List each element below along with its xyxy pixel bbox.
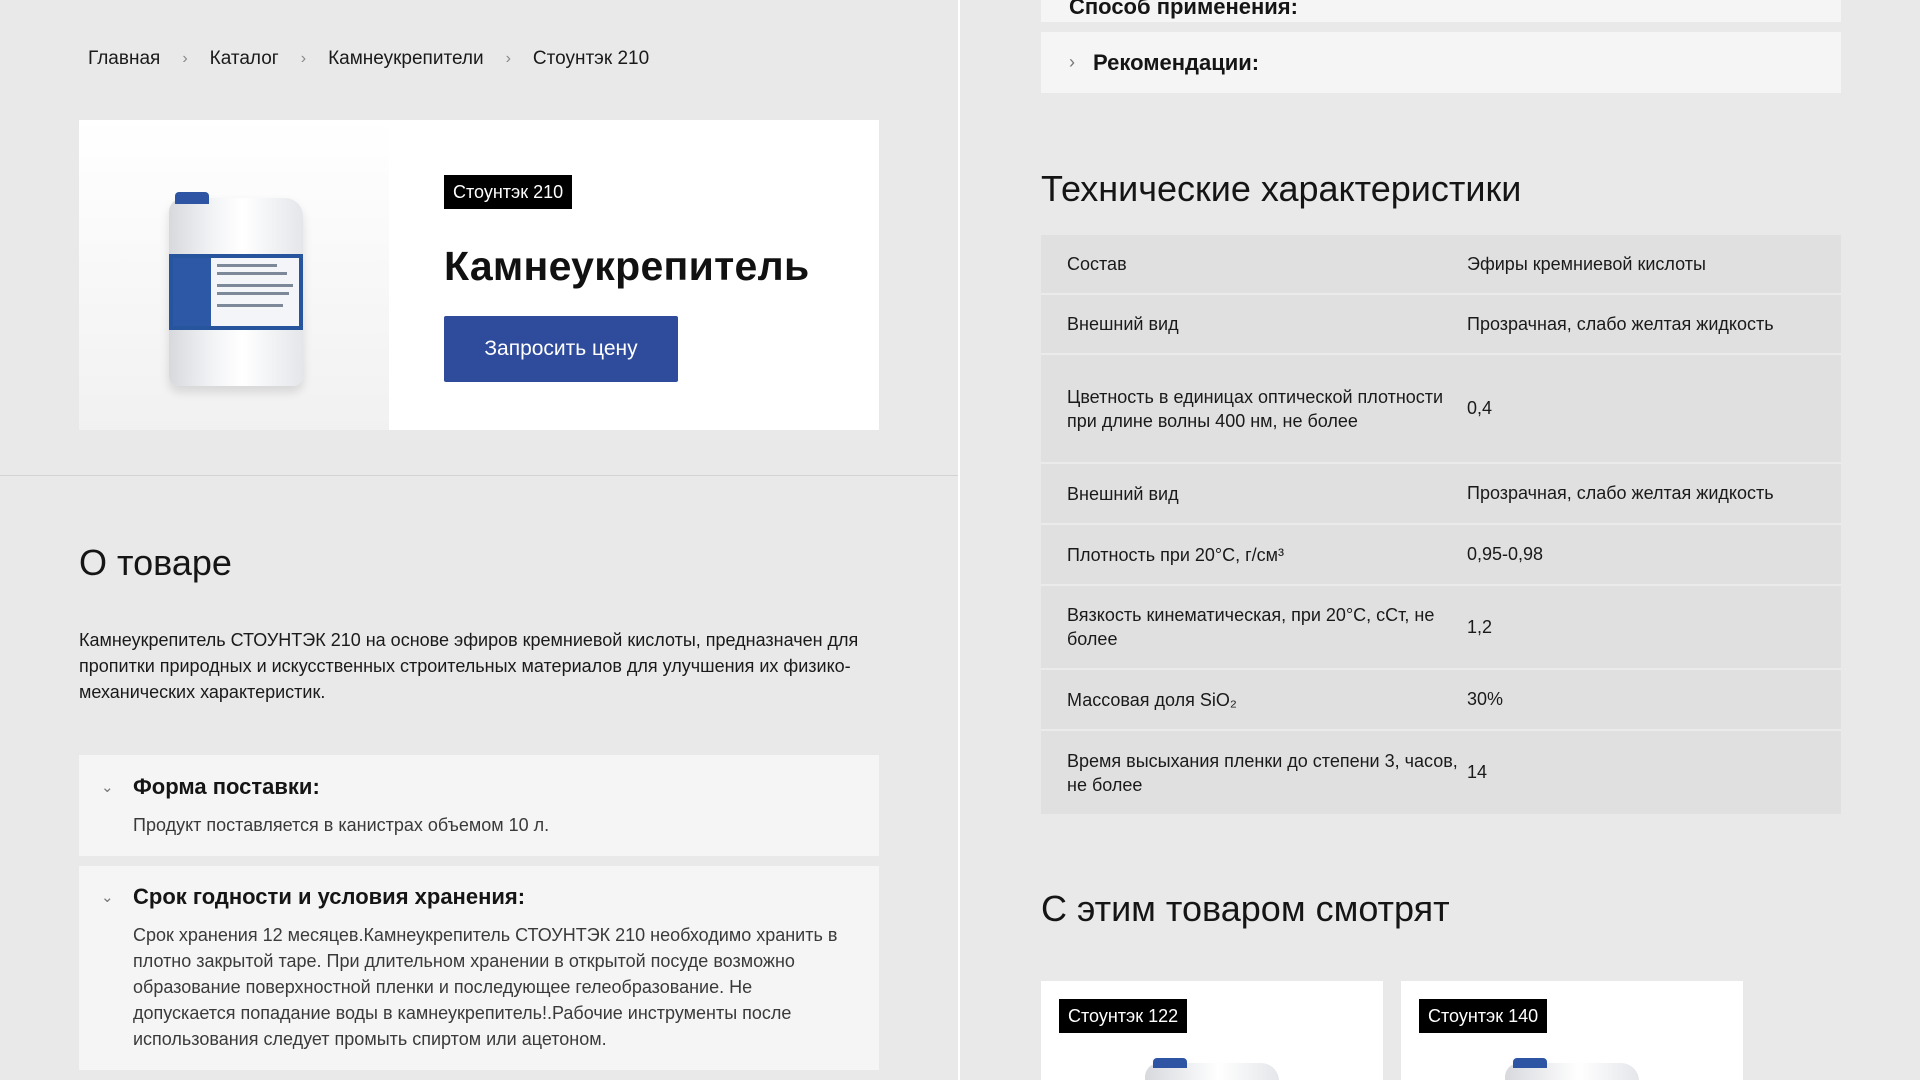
divider <box>0 475 958 476</box>
label-line <box>217 292 289 295</box>
spec-value: Эфиры кремниевой кислоты <box>1467 253 1706 274</box>
table-row: Цветность в единицах оптической плотност… <box>1041 355 1841 464</box>
tech-specs-table: Состав Эфиры кремниевой кислоты Внешний … <box>1041 235 1841 814</box>
table-row: Плотность при 20°С, г/см³ 0,95-0,98 <box>1041 525 1841 586</box>
product-title: Камнеукрепитель <box>444 243 810 289</box>
product-badge: Стоунтэк 210 <box>444 175 573 209</box>
left-column: Главная › Каталог › Камнеукрепители › Ст… <box>0 0 958 1080</box>
spec-value: 0,4 <box>1467 398 1493 418</box>
label-line <box>217 264 277 267</box>
about-text: Камнеукрепитель СТОУНТЭК 210 на основе э… <box>79 630 859 702</box>
accordion-application[interactable]: Способ применения: <box>1041 0 1841 22</box>
table-row: Состав Эфиры кремниевой кислоты <box>1041 235 1841 295</box>
spec-key: Вязкость кинематическая, при 20°С, сСт, … <box>1067 605 1435 649</box>
spec-key: Плотность при 20°С, г/см³ <box>1067 544 1285 565</box>
accordion-recommendations[interactable]: › Рекомендации: <box>1041 32 1841 93</box>
spec-key: Внешний вид <box>1067 483 1179 504</box>
product-badge: Стоунтэк 140 <box>1419 999 1548 1033</box>
chevron-right-icon: › <box>300 50 307 67</box>
accordion-header[interactable]: ⌄ Срок годности и условия хранения: <box>79 882 879 912</box>
related-product-card[interactable]: Стоунтэк 140 <box>1401 981 1743 1080</box>
canister-label <box>169 254 303 330</box>
product-hero: Стоунтэк 210 Камнеукрепитель Запросить ц… <box>79 120 879 430</box>
accordion-header[interactable]: ⌄ Форма поставки: <box>79 772 879 802</box>
breadcrumb-catalog[interactable]: Каталог <box>210 48 279 70</box>
chevron-down-icon: ⌄ <box>101 779 114 796</box>
product-image <box>79 120 389 430</box>
spec-key: Время высыхания пленки до степени 3, час… <box>1067 750 1458 795</box>
canister-image <box>169 192 303 386</box>
chevron-down-icon: ⌄ <box>101 889 114 906</box>
accordion-title: Рекомендации: <box>1093 49 1260 75</box>
chevron-right-icon: › <box>505 50 511 67</box>
accordion-title: Форма поставки: <box>133 774 320 799</box>
canister-cap <box>1513 1058 1547 1068</box>
related-products-title: С этим товаром смотрят <box>1041 888 1450 929</box>
table-row: Время высыхания пленки до степени 3, час… <box>1041 731 1841 814</box>
right-column: Способ применения: › Рекомендации: Техни… <box>960 0 1920 1080</box>
spec-value: 0,95-0,98 <box>1467 544 1544 564</box>
spec-key: Внешний вид <box>1067 314 1179 334</box>
canister-image <box>1145 1058 1279 1080</box>
label-logo-block <box>173 258 211 326</box>
accordion-storage: ⌄ Срок годности и условия хранения: Срок… <box>79 866 879 1070</box>
request-price-button[interactable]: Запросить цену <box>444 316 678 382</box>
canister-label-inner <box>173 258 299 326</box>
spec-key: Цветность в единицах оптической плотност… <box>1067 386 1444 431</box>
spec-value: Прозрачная, слабо желтая жидкость <box>1467 313 1774 334</box>
accordion-title: Срок годности и условия хранения: <box>133 884 526 909</box>
spec-key: Состав <box>1067 254 1127 274</box>
breadcrumb-category[interactable]: Камнеукрепители <box>328 48 484 70</box>
spec-value: 14 <box>1467 762 1488 782</box>
about-title: О товаре <box>79 542 232 583</box>
label-line <box>217 272 287 275</box>
table-row: Внешний вид Прозрачная, слабо желтая жид… <box>1041 295 1841 355</box>
canister-cap <box>1153 1058 1187 1068</box>
chevron-right-icon: › <box>182 50 188 67</box>
spec-value: 1,2 <box>1467 616 1493 637</box>
canister-cap <box>175 192 209 204</box>
accordion-title: Способ применения: <box>1069 0 1298 19</box>
related-product-card[interactable]: Стоунтэк 122 <box>1041 981 1383 1080</box>
breadcrumb-home[interactable]: Главная <box>88 48 160 70</box>
product-badge: Стоунтэк 122 <box>1059 999 1188 1033</box>
spec-value: 30% <box>1467 689 1504 709</box>
canister-image <box>1505 1058 1639 1080</box>
chevron-right-icon: › <box>1069 52 1075 72</box>
table-row: Массовая доля SiO₂ 30% <box>1041 670 1841 731</box>
table-row: Внешний вид Прозрачная, слабо желтая жид… <box>1041 464 1841 525</box>
label-line <box>217 304 283 307</box>
breadcrumb-current: Стоунтэк 210 <box>532 48 650 69</box>
label-line <box>217 284 293 287</box>
accordion-delivery: ⌄ Форма поставки: Продукт поставляется в… <box>79 755 879 856</box>
breadcrumb: Главная › Каталог › Камнеукрепители › Ст… <box>88 48 649 70</box>
accordion-body: Продукт поставляется в канистрах объемом… <box>133 815 550 835</box>
tech-specs-title: Технические характеристики <box>1041 168 1522 209</box>
table-row: Вязкость кинематическая, при 20°С, сСт, … <box>1041 586 1841 670</box>
spec-key: Массовая доля SiO₂ <box>1067 689 1237 710</box>
spec-value: Прозрачная, слабо желтая жидкость <box>1467 483 1774 503</box>
product-info: Стоунтэк 210 Камнеукрепитель Запросить ц… <box>444 175 809 382</box>
accordion-body: Срок хранения 12 месяцев.Камнеукрепитель… <box>133 925 838 1049</box>
